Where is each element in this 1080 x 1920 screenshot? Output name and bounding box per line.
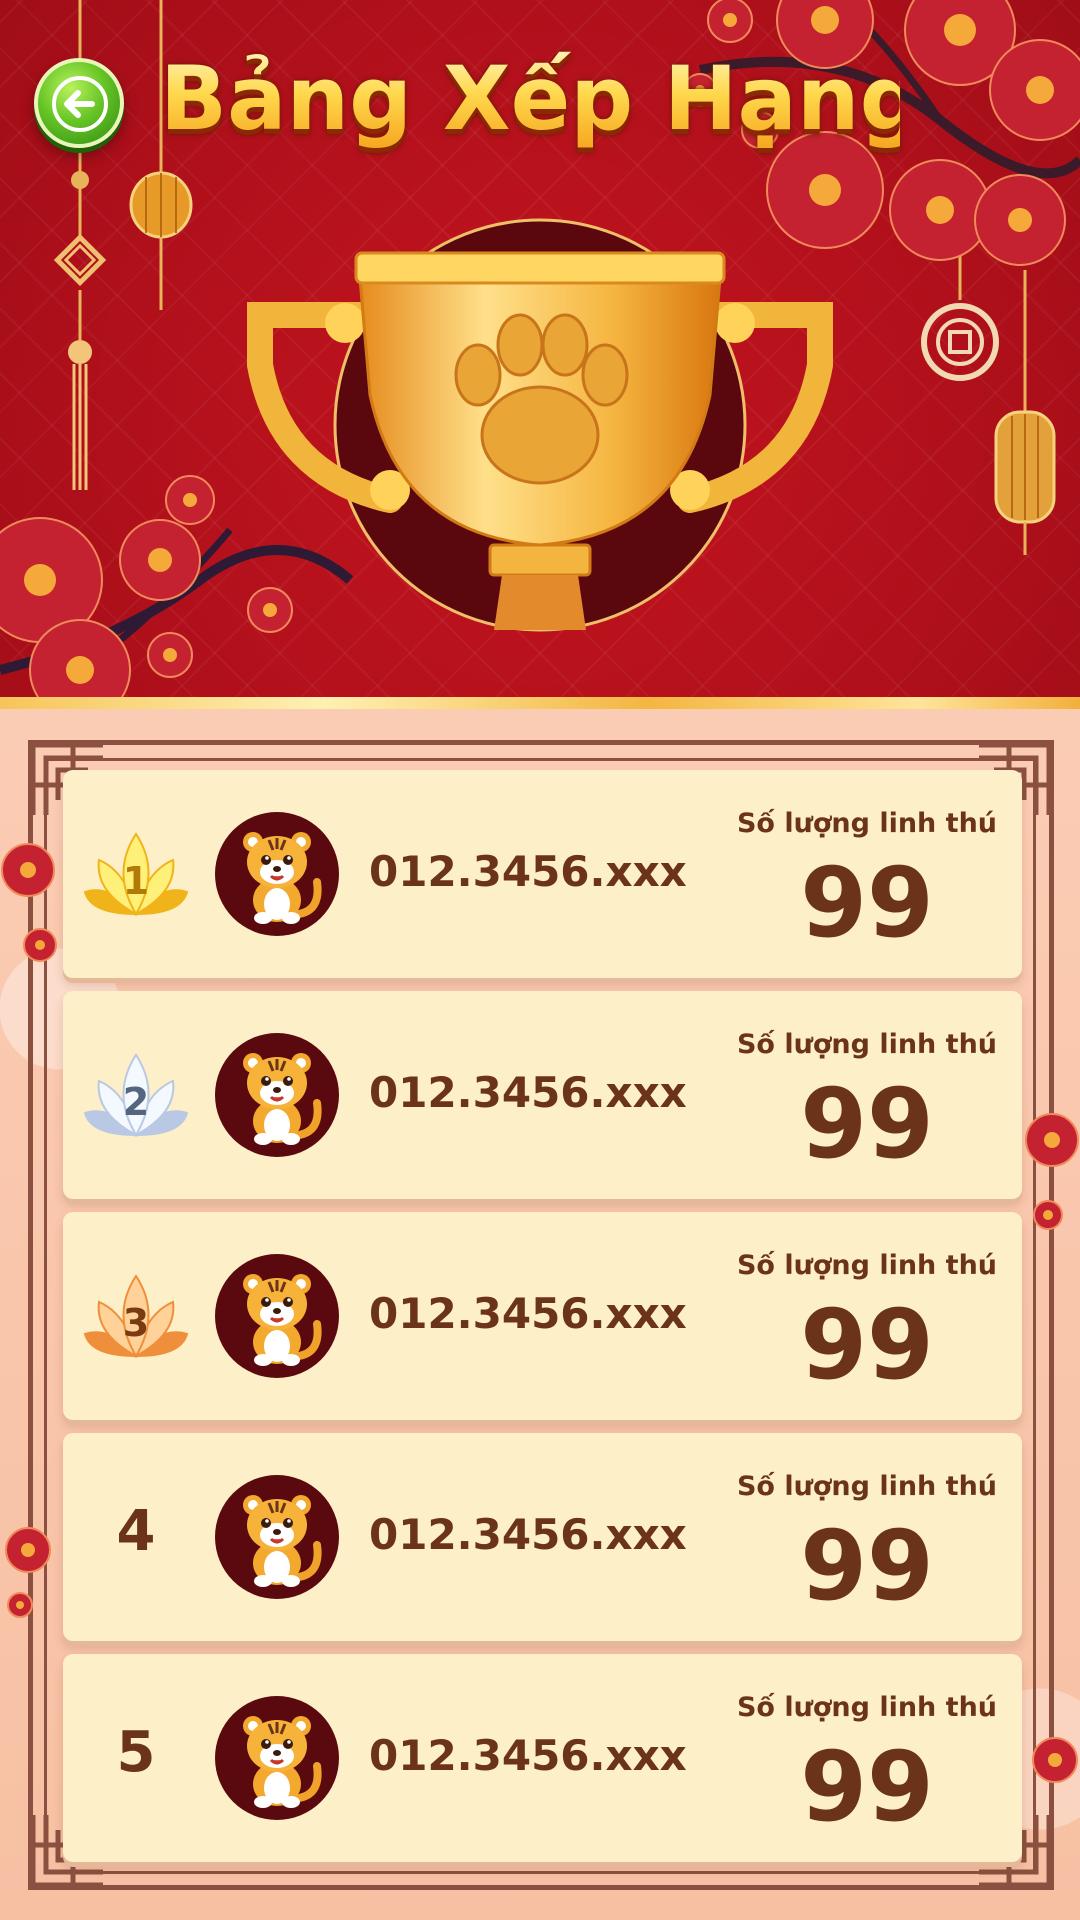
page-title: Bảng Xếp Hạng	[160, 44, 923, 154]
rank-number: 5	[116, 1720, 156, 1785]
gold-lotus-icon: 1	[83, 832, 189, 916]
rank-number: 2	[123, 1080, 149, 1124]
pet-count-value: 99	[800, 1510, 934, 1622]
header-divider	[0, 697, 1080, 709]
avatar	[215, 1033, 339, 1157]
bronze-lotus-icon: 3	[83, 1274, 189, 1358]
avatar	[215, 1696, 339, 1820]
arrow-left-icon	[52, 76, 108, 132]
player-phone: 012.3456.xxx	[369, 1510, 687, 1559]
leaderboard-row: 2 012.3456.xxx Số lượng linh thú 99	[63, 991, 1022, 1199]
rank-number: 1	[123, 859, 149, 903]
tiger-avatar-icon	[243, 1053, 322, 1145]
plum-blossom-icon	[5, 1527, 51, 1618]
pet-count-label: Số lượng linh thú	[736, 1029, 998, 1060]
rank-number: 4	[116, 1499, 156, 1564]
pet-count-value: 99	[800, 1731, 934, 1843]
silver-lotus-icon: 2	[83, 1053, 189, 1137]
pet-count-label: Số lượng linh thú	[736, 808, 998, 839]
tiger-avatar-icon	[243, 1716, 322, 1808]
player-phone: 012.3456.xxx	[369, 1289, 687, 1338]
leaderboard-row: 4 012.3456.xxx Số lượng linh thú 99	[63, 1433, 1022, 1641]
tiger-avatar-icon	[243, 832, 322, 924]
player-phone: 012.3456.xxx	[369, 847, 687, 896]
back-button[interactable]	[34, 58, 124, 148]
leaderboard-row: 5 012.3456.xxx Số lượng linh thú 99	[63, 1654, 1022, 1862]
rank-number: 3	[123, 1301, 149, 1345]
pet-count-value: 99	[800, 1068, 934, 1180]
pet-count-label: Số lượng linh thú	[736, 1471, 998, 1502]
avatar	[215, 812, 339, 936]
lantern-icon	[994, 270, 1056, 555]
player-phone: 012.3456.xxx	[369, 1068, 687, 1117]
trophy-paw-icon	[247, 218, 833, 632]
avatar	[215, 1475, 339, 1599]
plum-blossom-icon	[1025, 1113, 1079, 1230]
leaderboard-row: 3 012.3456.xxx Số lượng linh thú 99	[63, 1212, 1022, 1420]
pet-count-value: 99	[800, 1289, 934, 1401]
avatar	[215, 1254, 339, 1378]
header-banner: Bảng Xếp Hạng	[0, 0, 1080, 700]
pet-count-label: Số lượng linh thú	[736, 1692, 998, 1723]
tiger-avatar-icon	[243, 1495, 322, 1587]
player-phone: 012.3456.xxx	[369, 1731, 687, 1780]
pet-count-label: Số lượng linh thú	[736, 1250, 998, 1281]
pet-count-value: 99	[800, 847, 934, 959]
plum-blossom-icon	[1, 843, 57, 962]
tiger-avatar-icon	[243, 1274, 322, 1366]
leaderboard-row: 1 012.3456.xxx Số lượng linh thú 99	[63, 770, 1022, 978]
plum-blossom-icon	[1032, 1737, 1078, 1783]
